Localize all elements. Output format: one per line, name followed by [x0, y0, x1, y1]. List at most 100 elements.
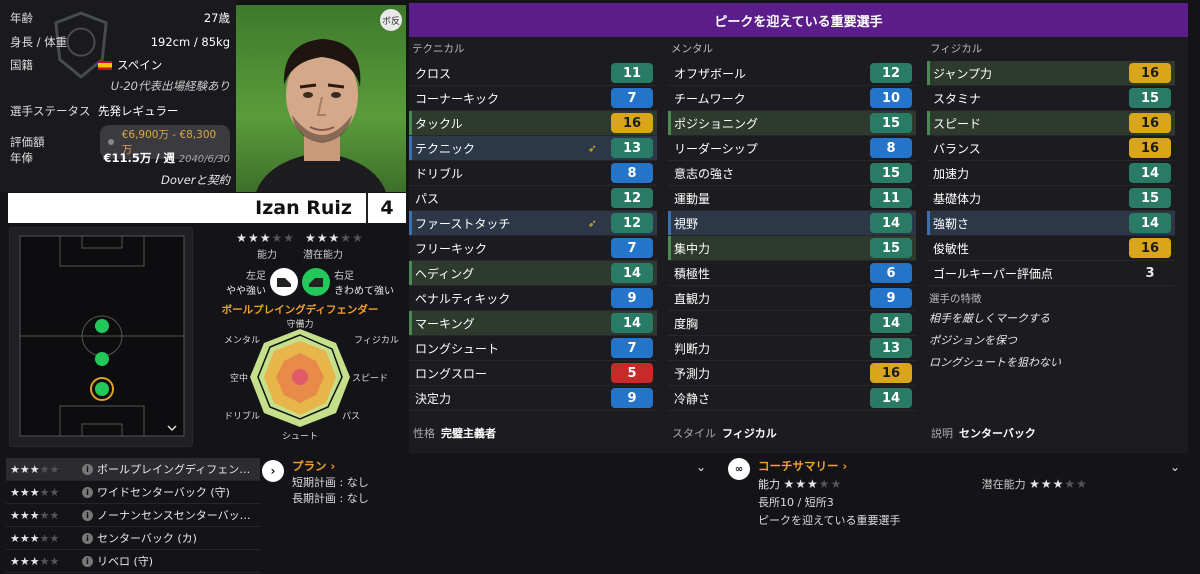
attribute-row[interactable]: チームワーク 10 [668, 86, 916, 111]
expand-arrow-button[interactable]: › [262, 460, 284, 482]
style: スタイル フィジカル [672, 425, 777, 441]
attribute-row[interactable]: マーキング 14 [409, 311, 657, 336]
attribute-row[interactable]: クロス 11 [409, 61, 657, 86]
position-pitch[interactable] [9, 227, 193, 447]
wage-until: 2040/6/30 [178, 154, 230, 165]
attribute-row[interactable]: テクニック ➶ 13 [409, 136, 657, 161]
star-icon: ★ [10, 462, 20, 476]
attribute-name: ファーストタッチ [415, 216, 511, 231]
coach-chevron-down-icon[interactable]: ⌄ [1170, 460, 1180, 474]
ability-label: 能力 [257, 250, 277, 261]
ratings-panel: ★★★★★ ★★★★★ 能力 潜在能力 左足 やや強い 右足 きわめて強い ボー… [196, 227, 404, 452]
attribute-row[interactable]: 俊敏性 16 [927, 236, 1175, 261]
attribute-row[interactable]: 予測力 16 [668, 361, 916, 386]
attribute-row[interactable]: コーナーキック 7 [409, 86, 657, 111]
age-value: 27歳 [203, 11, 230, 25]
attribute-row[interactable]: タックル 16 [409, 111, 657, 136]
attribute-row[interactable]: ドリブル 8 [409, 161, 657, 186]
attribute-value: 9 [611, 288, 653, 308]
coach-title[interactable]: コーチサマリー › [758, 458, 1162, 474]
role-item[interactable]: ★★★★★ i ワイドセンターバック (守) [6, 481, 260, 504]
role-item[interactable]: ★★★★★ i ボールプレイングディフェン… [6, 458, 260, 481]
attribute-row[interactable]: パス 12 [409, 186, 657, 211]
attribute-row[interactable]: リーダーシップ 8 [668, 136, 916, 161]
attribute-row[interactable]: 基礎体力 15 [927, 186, 1175, 211]
attribute-value: 11 [870, 188, 912, 208]
role-item[interactable]: ★★★★★ i ノーナンセンスセンターバッ… [6, 504, 260, 527]
attribute-row[interactable]: 意志の強さ 15 [668, 161, 916, 186]
radar-label-shooting: シュート [282, 432, 318, 442]
attribute-row[interactable]: ペナルティキック 9 [409, 286, 657, 311]
attribute-row[interactable]: 視野 14 [668, 211, 916, 236]
role-item[interactable]: ★★★★★ i センターバック (カ) [6, 527, 260, 550]
info-icon[interactable]: i [82, 555, 93, 567]
value-label: 評価額 [10, 135, 45, 149]
attribute-row[interactable]: ポジショニング 15 [668, 111, 916, 136]
position-dot-dc[interactable] [95, 352, 109, 366]
attribute-row[interactable]: 加速力 14 [927, 161, 1175, 186]
attribute-row[interactable]: 度胸 14 [668, 311, 916, 336]
role-list: ★★★★★ i ボールプレイングディフェン… ★★★★★ i ワイドセンターバック (守)… [6, 458, 260, 573]
attribute-value: 15 [1129, 88, 1171, 108]
position-dot-main[interactable] [95, 382, 109, 396]
wage-value: €11.5万 / 週 [103, 151, 176, 165]
attribute-row[interactable]: ゴールキーパー評価点 3 [927, 261, 1175, 286]
attribute-name: ポジショニング [674, 116, 759, 131]
attribute-row[interactable]: スタミナ 15 [927, 86, 1175, 111]
coach-ability-stars: ★★★★★ [784, 477, 843, 491]
star-icon: ★ [39, 554, 50, 568]
plan-chevron-down-icon[interactable]: ⌄ [696, 460, 706, 474]
attribute-name: 集中力 [674, 241, 711, 256]
coach-summary-panel: ∞ コーチサマリー › 能力 ★★★★★ 潜在能力 ★★★★★ 長所10 / 短… [728, 458, 1188, 558]
attribute-row[interactable]: ロングシュート 7 [409, 336, 657, 361]
status-value: 先発レギュラー [98, 104, 179, 118]
star-icon: ★ [19, 508, 30, 522]
attribute-row[interactable]: 判断力 13 [668, 336, 916, 361]
binoculars-icon: ∞ [728, 458, 750, 480]
attribute-row[interactable]: フリーキック 7 [409, 236, 657, 261]
role-stars: ★★★★★ [10, 486, 82, 499]
right-boot-icon [302, 268, 330, 296]
star-icon: ★ [795, 477, 808, 491]
info-icon[interactable]: i [82, 463, 93, 475]
nationality-value[interactable]: スペイン [117, 57, 162, 73]
attribute-row[interactable]: 冷静さ 14 [668, 386, 916, 411]
attribute-value: 16 [1129, 238, 1171, 258]
role-stars: ★★★★★ [10, 555, 82, 568]
attribute-row[interactable]: バランス 16 [927, 136, 1175, 161]
attribute-value: 15 [870, 163, 912, 183]
attribute-row[interactable]: 集中力 15 [668, 236, 916, 261]
info-icon[interactable]: i [82, 486, 93, 498]
attribute-row[interactable]: ファーストタッチ ➶ 12 [409, 211, 657, 236]
attribute-value: 14 [870, 313, 912, 333]
contract-club[interactable]: Doverと契約 [161, 172, 230, 188]
attribute-row[interactable]: 直観力 9 [668, 286, 916, 311]
attribute-name: タックル [415, 116, 463, 131]
star-icon: ★ [19, 485, 30, 499]
attribute-row[interactable]: 運動量 11 [668, 186, 916, 211]
attribute-row[interactable]: ヘディング 14 [409, 261, 657, 286]
attribute-row[interactable]: ロングスロー 5 [409, 361, 657, 386]
attribute-row[interactable]: 強靭さ 14 [927, 211, 1175, 236]
attribute-row[interactable]: 積極性 6 [668, 261, 916, 286]
attribute-row[interactable]: 決定力 9 [409, 386, 657, 411]
info-icon[interactable]: i [82, 532, 93, 544]
attribute-row[interactable]: オフザボール 12 [668, 61, 916, 86]
right-foot-label: 右足 [334, 271, 354, 282]
plan-title[interactable]: プラン › [292, 458, 688, 474]
attribute-row[interactable]: スピード 16 [927, 111, 1175, 136]
attribute-value: 10 [870, 88, 912, 108]
attribute-value: 16 [1129, 113, 1171, 133]
attribute-name: 意志の強さ [674, 166, 735, 181]
attribute-value: 8 [870, 138, 912, 158]
info-icon[interactable]: i [82, 509, 93, 521]
portrait-badge[interactable]: ボ反 [380, 9, 402, 31]
trait-item: ロングシュートを狙わない [929, 356, 1061, 369]
star-icon: ★ [328, 231, 341, 245]
role-item[interactable]: ★★★★★ i リベロ (守) [6, 550, 260, 573]
attribute-row[interactable]: ジャンプ力 16 [927, 61, 1175, 86]
attribute-name: コーナーキック [415, 91, 500, 106]
attribute-name: ロングシュート [415, 341, 500, 356]
position-dot-dm[interactable] [95, 319, 109, 333]
player-portrait: ボ反 [236, 5, 406, 192]
